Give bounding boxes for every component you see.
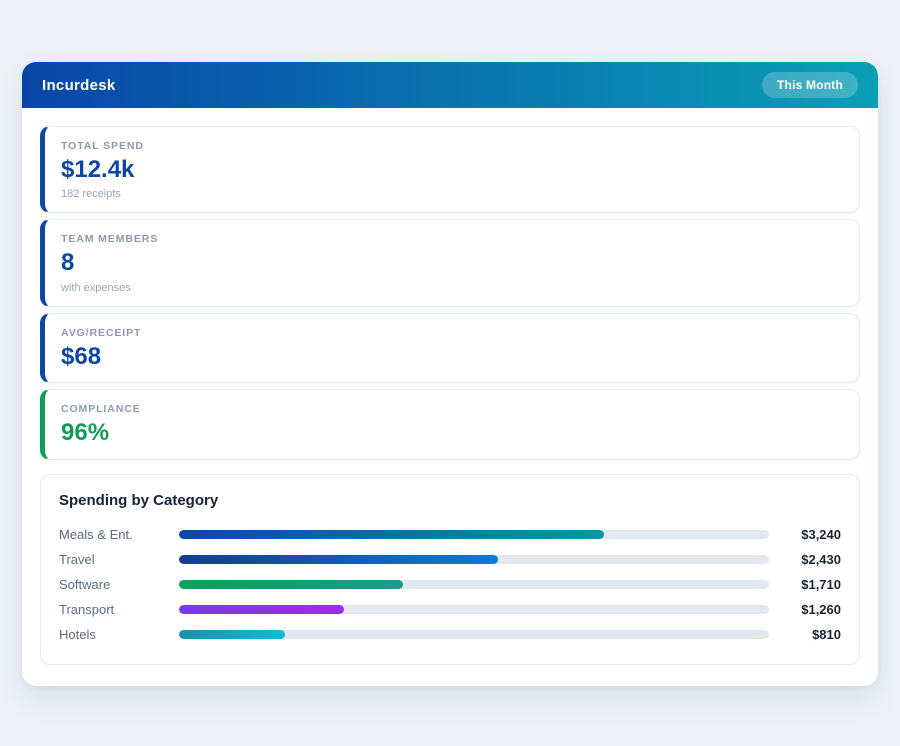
bar-fill [179,630,285,639]
stat-card-compliance: COMPLIANCE 96% [40,389,860,459]
bar-fill [179,555,498,564]
category-value: $810 [779,627,841,642]
bar-fill [179,530,604,539]
category-row-travel: Travel $2,430 [59,547,841,572]
category-value: $1,260 [779,602,841,617]
stat-subtext: 182 receipts [61,188,843,200]
stat-card-total-spend: TOTAL SPEND $12.4k 182 receipts [40,126,860,213]
category-value: $2,430 [779,552,841,567]
bar-track [179,555,769,564]
bar-track [179,530,769,539]
category-row-hotels: Hotels $810 [59,622,841,647]
category-label: Meals & Ent. [59,527,179,542]
bar-track [179,580,769,589]
bar-track [179,605,769,614]
stat-value: 8 [61,250,843,276]
dashboard-body: TOTAL SPEND $12.4k 182 receipts TEAM MEM… [22,108,878,683]
stat-label: TOTAL SPEND [61,140,843,152]
category-label: Software [59,577,179,592]
stat-card-avg-receipt: AVG/RECEIPT $68 [40,313,860,383]
category-value: $1,710 [779,577,841,592]
bar-track [179,630,769,639]
category-row-meals: Meals & Ent. $3,240 [59,522,841,547]
category-row-software: Software $1,710 [59,572,841,597]
category-label: Hotels [59,627,179,642]
stat-subtext: with expenses [61,282,843,294]
stat-card-team-members: TEAM MEMBERS 8 with expenses [40,219,860,306]
stat-value: 96% [61,420,843,446]
period-badge[interactable]: This Month [762,72,858,98]
bar-fill [179,605,344,614]
app-header: Incurdesk This Month [22,62,878,108]
category-label: Travel [59,552,179,567]
bar-fill [179,580,403,589]
app-title: Incurdesk [42,77,116,94]
category-row-transport: Transport $1,260 [59,597,841,622]
category-label: Transport [59,602,179,617]
stat-label: COMPLIANCE [61,403,843,415]
dashboard-card: Incurdesk This Month TOTAL SPEND $12.4k … [22,62,878,686]
stat-label: TEAM MEMBERS [61,233,843,245]
stat-label: AVG/RECEIPT [61,327,843,339]
spending-by-category-panel: Spending by Category Meals & Ent. $3,240… [40,474,860,665]
category-value: $3,240 [779,527,841,542]
stat-value: $12.4k [61,157,843,183]
panel-title: Spending by Category [59,492,841,509]
stat-value: $68 [61,344,843,370]
